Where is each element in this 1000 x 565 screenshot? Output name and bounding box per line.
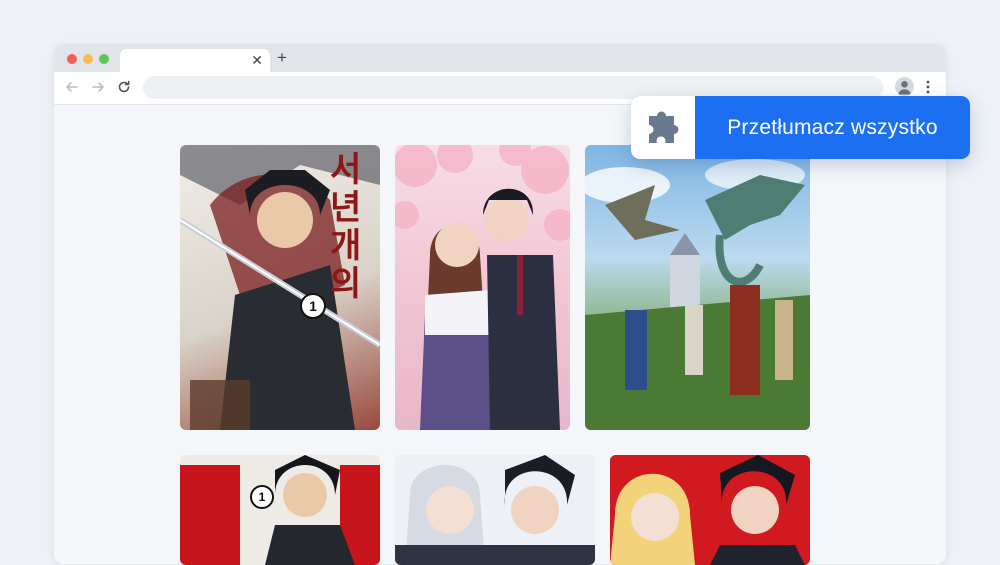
manga-cover-6[interactable]: [610, 455, 810, 565]
manga-cover-1[interactable]: 서년개의 1: [180, 145, 380, 430]
back-arrow-icon[interactable]: [63, 78, 81, 96]
new-tab-button[interactable]: +: [277, 48, 287, 68]
manga-cover-2[interactable]: [395, 145, 570, 430]
tab-bar: ✕ +: [54, 44, 946, 72]
extension-icon-tile[interactable]: [631, 96, 695, 159]
close-window-dot[interactable]: [67, 54, 77, 64]
cover-1-title: 서년개의: [330, 150, 362, 304]
cover-6-art: [610, 455, 810, 565]
kebab-menu-icon[interactable]: [924, 78, 932, 96]
minimize-window-dot[interactable]: [83, 54, 93, 64]
manga-cover-3[interactable]: [585, 145, 810, 430]
browser-tab[interactable]: ✕: [120, 49, 270, 72]
close-icon[interactable]: ✕: [251, 52, 263, 68]
cover-4-art: [180, 455, 380, 565]
cover-5-art: [395, 455, 595, 565]
puzzle-piece-icon: [649, 111, 679, 143]
forward-arrow-icon[interactable]: [89, 78, 107, 96]
cover-3-art: [585, 159, 810, 430]
maximize-window-dot[interactable]: [99, 54, 109, 64]
translate-all-popup[interactable]: Przetłumacz wszystko: [631, 96, 970, 159]
reload-icon[interactable]: [115, 78, 133, 96]
cover-4-volume-badge: 1: [250, 485, 274, 509]
manga-cover-5[interactable]: [395, 455, 595, 565]
cover-2-art: [395, 145, 570, 430]
translate-all-button-label[interactable]: Przetłumacz wszystko: [695, 96, 970, 159]
cover-1-volume-badge: 1: [300, 293, 326, 319]
manga-cover-4[interactable]: 1: [180, 455, 380, 565]
profile-icon[interactable]: [895, 77, 914, 96]
